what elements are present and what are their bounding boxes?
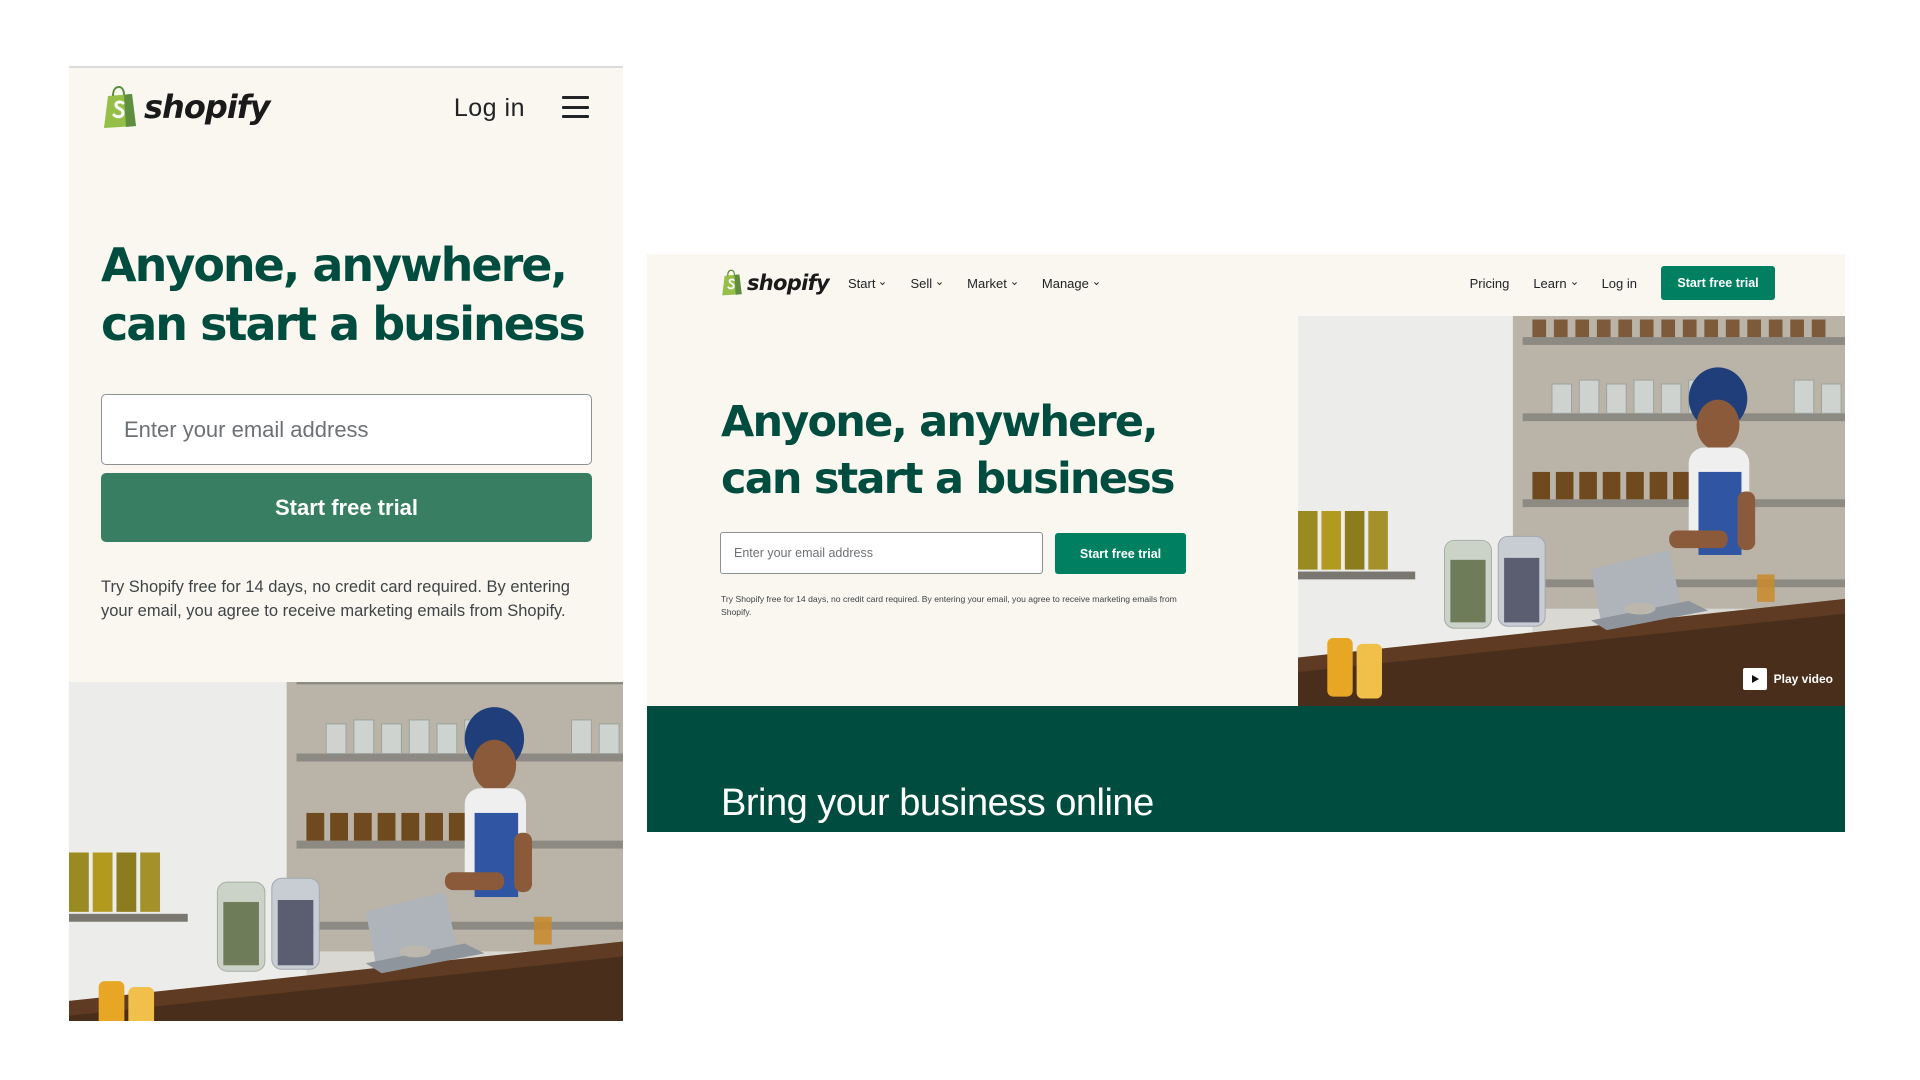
login-link[interactable]: Log in	[454, 94, 525, 123]
play-video-button[interactable]: Play video	[1742, 668, 1833, 690]
secondary-nav: Pricing Learn Log in Start free trial	[1470, 266, 1775, 300]
email-input[interactable]: Enter your email address	[720, 532, 1043, 574]
chevron-down-icon	[879, 280, 886, 287]
hero-headline-line2: can start a business	[721, 454, 1175, 504]
nav-pricing[interactable]: Pricing	[1470, 276, 1510, 291]
trial-disclaimer: Try Shopify free for 14 days, no credit …	[101, 578, 570, 620]
hero-headline-line1: Anyone, anywhere,	[101, 238, 568, 292]
nav-sell-label: Sell	[910, 276, 933, 291]
main-nav: Start Sell Market Manage	[848, 276, 1100, 291]
logo-wordmark: shopify	[144, 88, 270, 126]
shopify-bag-icon	[721, 269, 743, 296]
hero-headline: Anyone, anywhere, can start a business	[101, 236, 601, 354]
feature-band-title: Bring your business online	[721, 782, 1154, 824]
hero-headline-line2: can start a business	[101, 297, 586, 351]
play-video-label: Play video	[1773, 672, 1833, 686]
hero-photo	[69, 682, 623, 1021]
mobile-page: shopify Log in Anyone, anywhere, can sta…	[69, 66, 623, 1021]
nav-manage[interactable]: Manage	[1042, 276, 1100, 291]
shop-owner-photo	[1298, 316, 1845, 706]
nav-start-label: Start	[848, 276, 876, 291]
shop-owner-photo	[69, 682, 623, 1021]
nav-market-label: Market	[967, 276, 1007, 291]
nav-start-free-trial-button[interactable]: Start free trial	[1661, 266, 1775, 300]
hero-headline-line1: Anyone, anywhere,	[721, 397, 1159, 447]
chevron-down-icon	[936, 280, 943, 287]
nav-sell[interactable]: Sell	[910, 276, 943, 291]
start-free-trial-button[interactable]: Start free trial	[101, 473, 592, 542]
nav-manage-label: Manage	[1041, 276, 1089, 291]
play-icon	[1742, 668, 1767, 690]
desktop-page: shopify Start Sell Market Manage Pricing	[647, 254, 1845, 832]
trial-disclaimer: Try Shopify free for 14 days, no credit …	[721, 594, 1177, 617]
shopify-logo[interactable]: shopify	[102, 86, 270, 128]
nav-market[interactable]: Market	[967, 276, 1018, 291]
shopify-logo[interactable]: shopify	[721, 269, 830, 296]
hero-photo: Play video	[1298, 316, 1845, 706]
feature-band: Bring your business online	[647, 706, 1845, 832]
chevron-down-icon	[1011, 280, 1018, 287]
chevron-down-icon	[1093, 280, 1100, 287]
stage: shopify Log in Anyone, anywhere, can sta…	[0, 0, 1920, 1080]
logo-wordmark: shopify	[747, 270, 830, 295]
hamburger-menu-icon[interactable]	[562, 96, 589, 118]
nav-learn[interactable]: Learn	[1533, 276, 1577, 291]
start-free-trial-button[interactable]: Start free trial	[1055, 533, 1186, 574]
nav-start[interactable]: Start	[848, 276, 886, 291]
chevron-down-icon	[1571, 280, 1578, 287]
nav-login[interactable]: Log in	[1602, 276, 1637, 291]
nav-learn-label: Learn	[1533, 275, 1567, 291]
shopify-bag-icon	[102, 86, 138, 128]
mobile-header: shopify Log in	[69, 68, 623, 154]
hero-headline: Anyone, anywhere, can start a business	[721, 394, 1191, 508]
email-input[interactable]: Enter your email address	[101, 394, 592, 465]
